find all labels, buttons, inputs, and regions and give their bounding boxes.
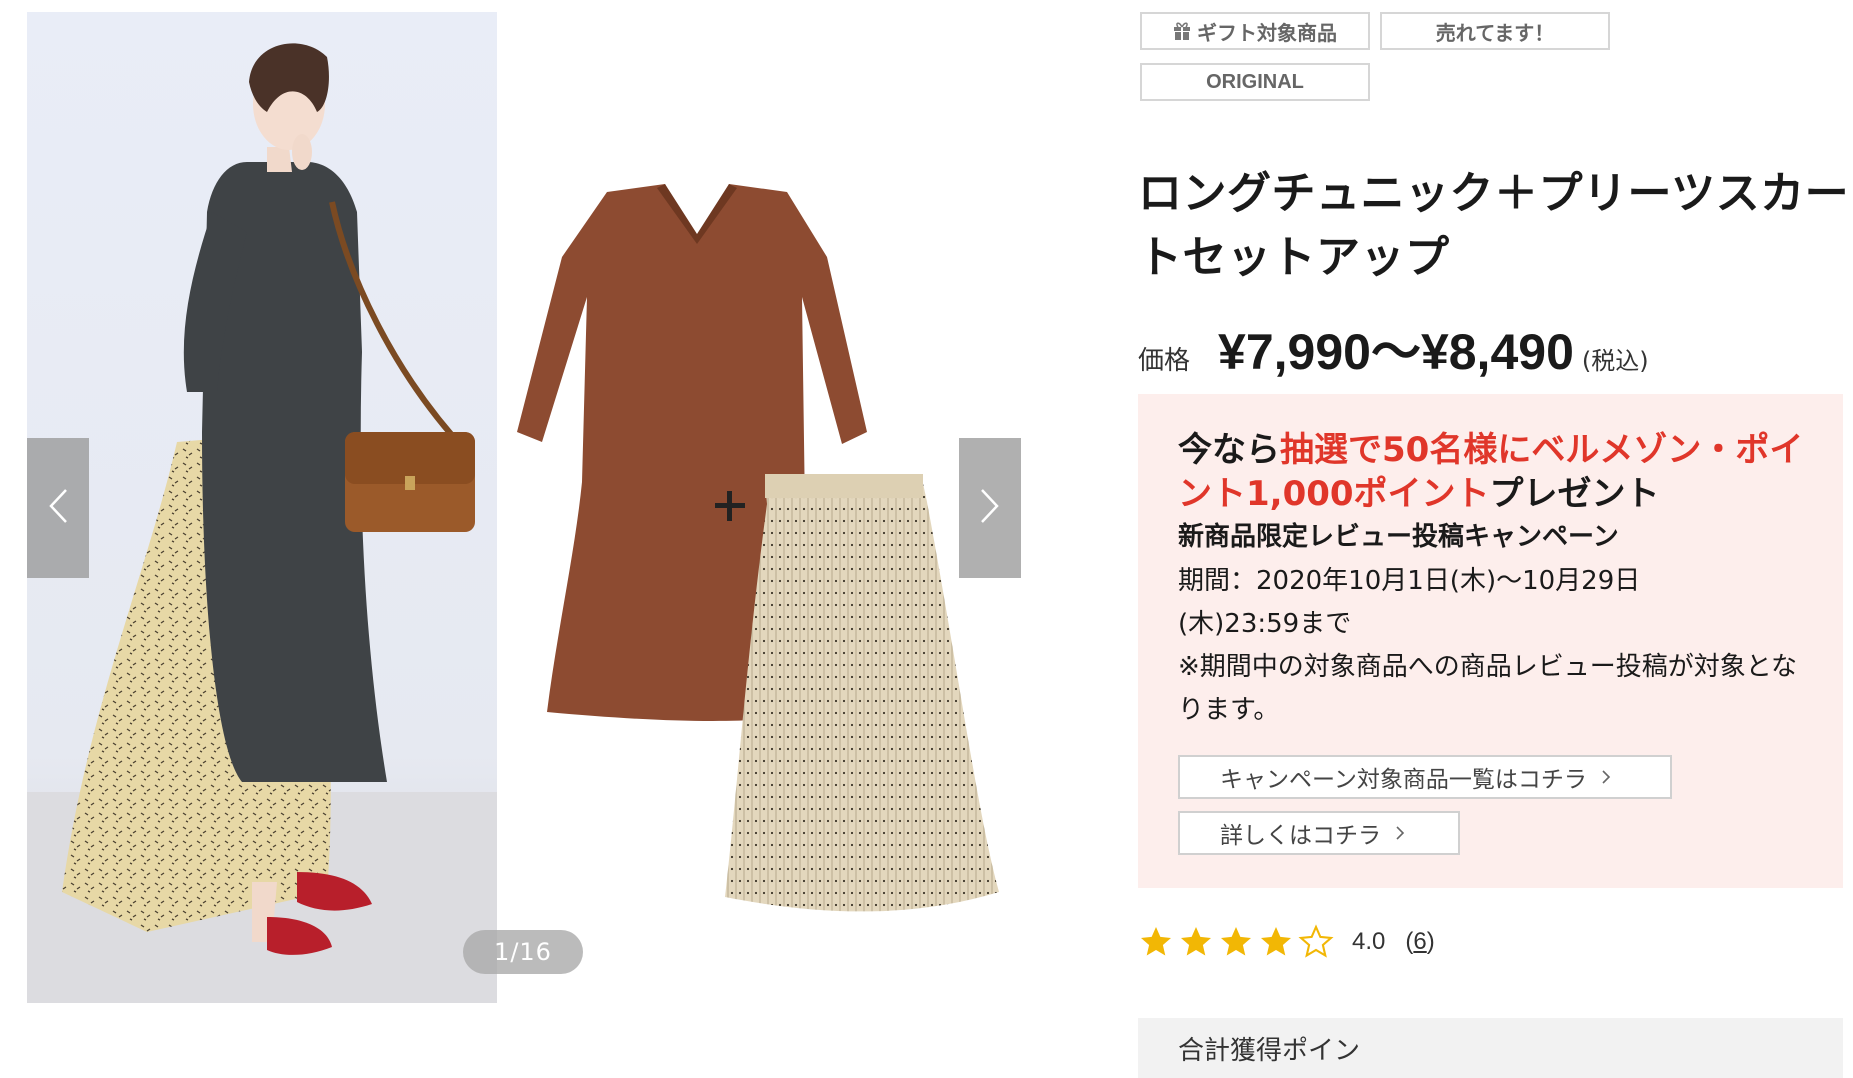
chevron-right-icon [1601, 769, 1611, 785]
product-image-gallery[interactable]: 1/16 [27, 12, 1021, 1003]
campaign-headline-suffix: プレゼント [1489, 474, 1660, 514]
product-info-panel: ギフト対象商品 売れてます！ ORIGINAL ロングチュニック＋プリーツスカー… [1138, 0, 1853, 1078]
original-tag: ORIGINAL [1140, 63, 1370, 101]
gift-icon [1173, 21, 1191, 41]
campaign-details-link-label: 詳しくはコチラ [1220, 823, 1381, 849]
campaign-details-link[interactable]: 詳しくはコチラ [1178, 811, 1460, 855]
price-tax-note: (税込) [1581, 347, 1649, 375]
campaign-headline-prefix: 今なら [1178, 430, 1280, 470]
campaign-period: 期間：2020年10月1日(木)〜10月29日(木)23:59まで [1178, 566, 1641, 639]
chevron-left-icon [48, 488, 68, 528]
campaign-products-link-label: キャンペーン対象商品一覧はコチラ [1220, 767, 1587, 793]
chevron-right-icon [980, 488, 1000, 528]
product-title: ロングチュニック＋プリーツスカートセットアップ [1138, 168, 1850, 283]
star-empty-icon [1298, 924, 1334, 960]
price-value: ¥7,990〜¥8,490 [1218, 324, 1574, 380]
campaign-note: ※期間中の対象商品への商品レビュー投稿が対象となります。 [1178, 652, 1798, 725]
campaign-subtitle: 新商品限定レビュー投稿キャンペーン [1178, 522, 1619, 552]
points-box: 合計獲得ポイン [1138, 1018, 1843, 1078]
gift-tag-label: ギフト対象商品 [1197, 20, 1337, 45]
gallery-counter: 1/16 [463, 930, 583, 974]
gallery-next-button[interactable] [959, 438, 1021, 578]
campaign-headline: 今なら抽選で50名様にベルメゾン・ポイント1,000ポイントプレゼント [1178, 428, 1818, 516]
review-count-close: ) [1426, 928, 1435, 955]
star-rating [1138, 924, 1334, 960]
rating-row: 4.0 (6) [1138, 922, 1435, 962]
review-count: 6 [1413, 928, 1427, 955]
items-photo [497, 12, 1021, 1003]
points-label: 合計獲得ポイン [1178, 1036, 1361, 1066]
star-filled-icon [1138, 924, 1174, 960]
star-filled-icon [1178, 924, 1214, 960]
price-row: 価格 ¥7,990〜¥8,490 (税込) [1138, 312, 1649, 384]
gift-tag: ギフト対象商品 [1140, 12, 1370, 50]
chevron-right-icon [1395, 825, 1405, 841]
price-label: 価格 [1138, 346, 1191, 376]
model-photo [27, 12, 497, 1003]
selling-tag: 売れてます！ [1380, 12, 1610, 50]
star-filled-icon [1258, 924, 1294, 960]
review-campaign-box: 今なら抽選で50名様にベルメゾン・ポイント1,000ポイントプレゼント 新商品限… [1138, 394, 1843, 888]
review-count-link[interactable]: (6) [1405, 928, 1434, 956]
campaign-products-link[interactable]: キャンペーン対象商品一覧はコチラ [1178, 755, 1672, 799]
star-filled-icon [1218, 924, 1254, 960]
rating-value: 4.0 [1352, 928, 1386, 955]
gallery-prev-button[interactable] [27, 438, 89, 578]
